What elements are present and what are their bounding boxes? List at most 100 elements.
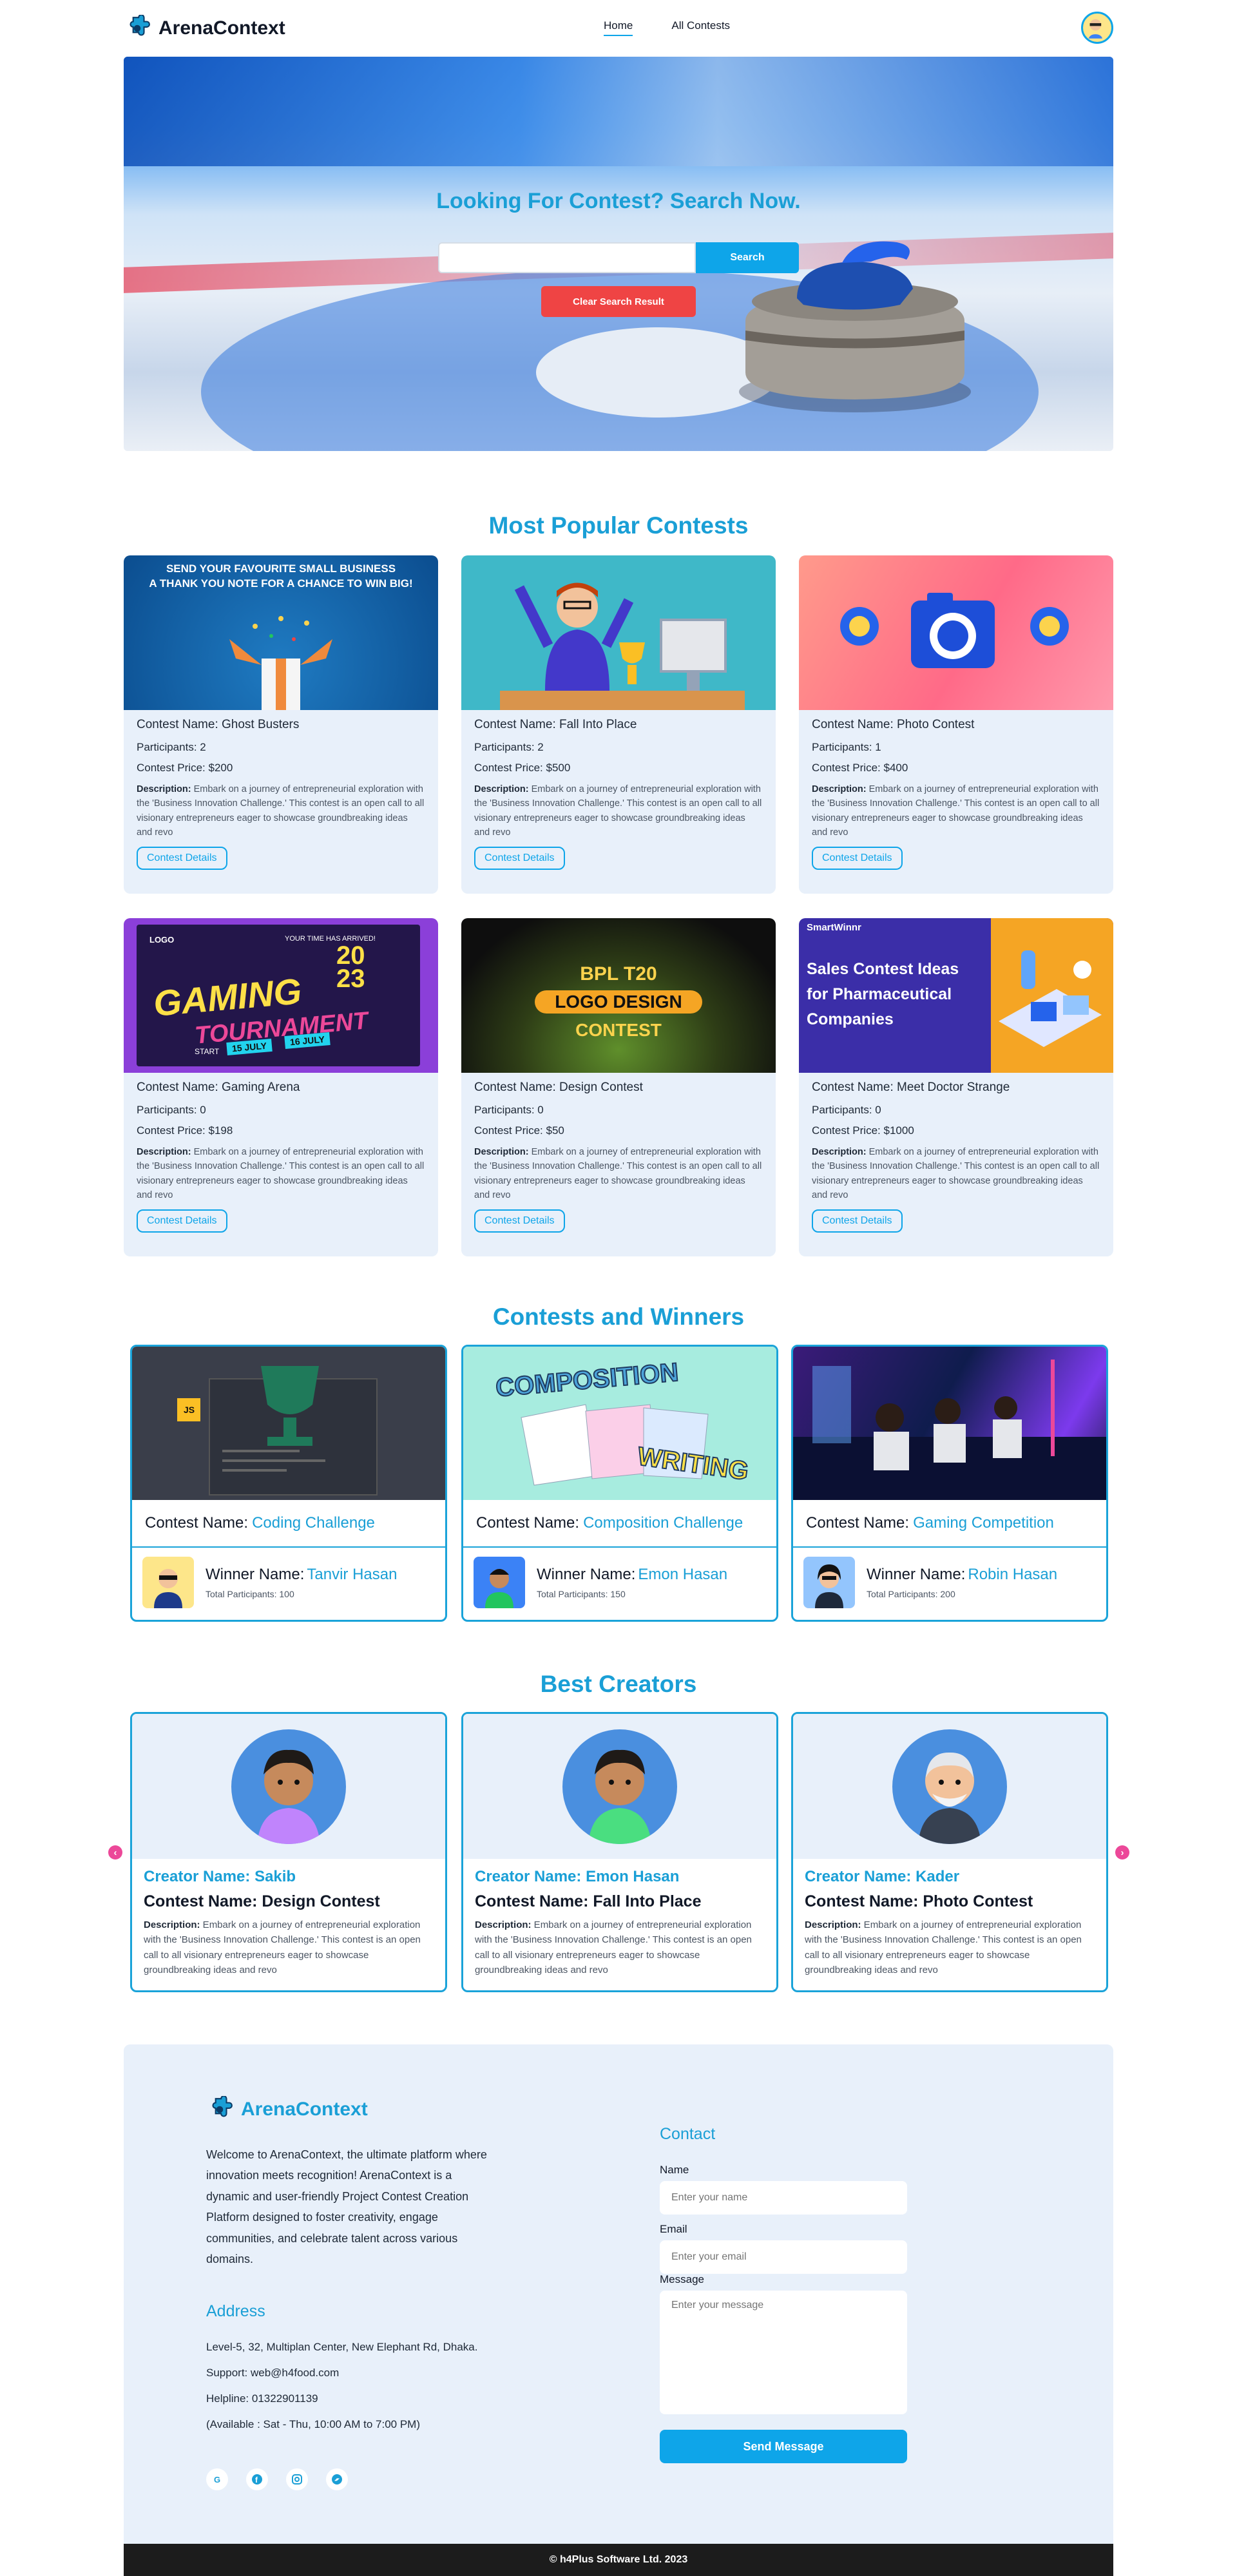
contest-description: Description: Embark on a journey of entr… [812,784,1100,838]
contest-price: Contest Price: $200 [137,762,233,774]
creators-section-title: Best Creators [540,1671,697,1697]
banner-text: SEND YOUR FAVOURITE SMALL BUSINESS [166,562,396,575]
contest-card: BPL T20 LOGO DESIGN CONTEST Contest Name… [461,918,776,1256]
contest-details-button[interactable]: Contest Details [812,846,903,870]
contest-card: LOGO YOUR TIME HAS ARRIVED! 20 23 GAMING… [124,918,438,1256]
creator-contest: Contest Name: Fall Into Place [475,1892,702,1910]
contest-price: Contest Price: $400 [812,762,908,774]
contest-details-button[interactable]: Contest Details [137,1209,227,1233]
banner-title: COMPOSITION [494,1358,680,1403]
carousel-prev-button[interactable]: ‹ [108,1845,122,1860]
contest-description: Description: Embark on a journey of entr… [474,784,762,838]
twitter-icon[interactable] [326,2468,348,2490]
address-line: Level-5, 32, Multiplan Center, New Eleph… [206,2341,478,2353]
address-title: Address [206,2302,265,2320]
search-bar: Search [438,242,799,273]
winner-name: Winner Name: Robin Hasan [867,1566,1058,1583]
contest-price: Contest Price: $1000 [812,1124,914,1137]
instagram-icon[interactable] [286,2468,308,2490]
contest-card: Contest Name: Photo Contest Participants… [799,555,1113,894]
creator-contest: Contest Name: Design Contest [144,1892,380,1910]
winner-card: Contest Name: Gaming Competition Winner N… [791,1345,1108,1622]
clear-search-button[interactable]: Clear Search Result [541,286,696,317]
contest-participants: Participants: 2 [137,741,206,753]
contest-details-button[interactable]: Contest Details [474,846,565,870]
facebook-icon[interactable]: f [246,2468,268,2490]
banner-logo: LOGO [149,935,175,945]
popular-section-title: Most Popular Contests [488,512,749,539]
creator-avatar [892,1729,1007,1844]
email-input[interactable] [660,2240,907,2274]
puzzle-logo-icon [129,15,150,36]
contest-participants: Participants: 0 [812,1104,881,1116]
creator-card: Creator Name: Emon Hasan Contest Name: F… [461,1712,778,1992]
hero-title: Looking For Contest? Search Now. [436,189,801,213]
availability: (Available : Sat - Thu, 10:00 AM to 7:00… [206,2417,420,2430]
winner-avatar [142,1557,194,1608]
contest-participants: Participants: 0 [137,1104,206,1116]
banner-text: A THANK YOU NOTE FOR A CHANCE TO WIN BIG… [149,577,413,590]
contest-image: LOGO YOUR TIME HAS ARRIVED! 20 23 GAMING… [124,918,438,1073]
winner-contest-name: Contest Name: Coding Challenge [132,1500,445,1548]
contest-image [793,1347,1106,1500]
contest-participants: Participants: 1 [812,741,881,753]
brand-name: ArenaContext [158,17,285,39]
helpline: Helpline: 01322901139 [206,2392,318,2405]
winner-name: Winner Name: Tanvir Hasan [206,1566,398,1583]
send-message-button[interactable]: Send Message [660,2430,907,2463]
footer-brand[interactable]: ArenaContext [206,2096,368,2123]
chevron-left-icon: ‹ [113,1847,117,1858]
winner-avatar [803,1557,855,1608]
contest-name: Contest Name: Meet Doctor Strange [812,1081,1010,1094]
user-avatar[interactable] [1081,12,1113,44]
contest-name: Contest Name: Gaming Arena [137,1081,300,1094]
contest-details-button[interactable]: Contest Details [137,846,227,870]
contest-image: COMPOSITION WRITING [463,1347,776,1500]
contest-description: Description: Embark on a journey of entr… [137,784,425,838]
contest-image: BPL T20 LOGO DESIGN CONTEST [461,918,776,1073]
winner-card: COMPOSITION WRITING Contest Name: Composi… [461,1345,778,1622]
creator-description: Description: Embark on a journey of entr… [144,1919,421,1975]
creator-description: Description: Embark on a journey of entr… [475,1919,752,1975]
nav-home-link[interactable]: Home [604,19,633,36]
message-textarea[interactable] [660,2291,907,2414]
winner-contest-name: Contest Name: Composition Challenge [463,1500,776,1548]
banner-text: Sales Contest Ideas [807,960,959,978]
contest-description: Description: Embark on a journey of entr… [812,1147,1100,1201]
search-button[interactable]: Search [696,242,799,273]
creator-avatar [231,1729,346,1844]
search-input[interactable] [438,242,696,273]
nav-all-contests-link[interactable]: All Contests [671,19,730,36]
brand[interactable]: ArenaContext [124,15,285,42]
contest-participants: Participants: 0 [474,1104,544,1116]
creator-name: Creator Name: Kader [805,1868,960,1885]
creator-card: Creator Name: Kader Contest Name: Photo … [791,1712,1108,1992]
winner-participants: Total Participants: 150 [537,1589,626,1599]
message-label: Message [660,2273,704,2285]
creator-name: Creator Name: Emon Hasan [475,1868,680,1885]
banner-subtitle: CONTEST [575,1020,662,1040]
copyright-bar: © h4Plus Software Ltd. 2023 [124,2544,1113,2576]
banner-start: START [195,1047,220,1056]
name-label: Name [660,2164,689,2176]
carousel-next-button[interactable]: › [1115,1845,1129,1860]
contest-price: Contest Price: $500 [474,762,571,774]
contest-details-button[interactable]: Contest Details [812,1209,903,1233]
puzzle-logo-icon [212,2096,233,2117]
contest-image: SEND YOUR FAVOURITE SMALL BUSINESS A THA… [124,555,438,710]
creator-card: Creator Name: Sakib Contest Name: Design… [130,1712,447,1992]
creator-name: Creator Name: Sakib [144,1868,296,1885]
google-icon[interactable]: G [206,2468,228,2490]
winners-section-title: Contests and Winners [492,1303,745,1330]
winner-participants: Total Participants: 200 [867,1589,955,1599]
creator-avatar [562,1729,677,1844]
contest-image [799,555,1113,710]
chevron-right-icon: › [1120,1847,1124,1858]
name-input[interactable] [660,2181,907,2215]
winner-card: JS Contest Name: Coding Challenge Winner … [130,1345,447,1622]
contest-card: Contest Name: Fall Into Place Participan… [461,555,776,894]
footer: ArenaContext Welcome to ArenaContext, th… [124,2044,1113,2544]
contest-details-button[interactable]: Contest Details [474,1209,565,1233]
creator-contest: Contest Name: Photo Contest [805,1892,1033,1910]
hero-banner: Looking For Contest? Search Now. Search … [124,57,1113,451]
